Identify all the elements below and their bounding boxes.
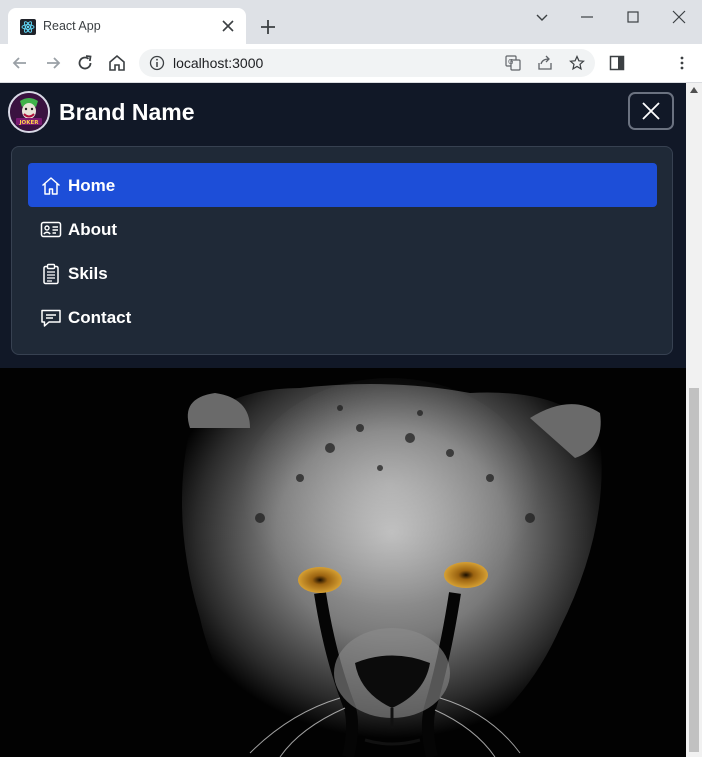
scroll-up-icon[interactable] bbox=[690, 87, 698, 93]
translate-icon[interactable]: G bbox=[505, 55, 521, 71]
menu-label: Skils bbox=[68, 264, 108, 283]
browser-window: React App localhost:3000 G JOKER Brand N… bbox=[0, 0, 702, 757]
cheetah-photo bbox=[0, 368, 686, 757]
joker-logo-icon: JOKER bbox=[10, 93, 48, 131]
minimize-icon[interactable] bbox=[578, 8, 596, 26]
home-icon bbox=[42, 177, 60, 195]
menu-label: About bbox=[68, 220, 118, 239]
vertical-scrollbar[interactable] bbox=[686, 83, 702, 757]
back-icon[interactable] bbox=[10, 53, 30, 73]
more-menu-icon[interactable] bbox=[674, 55, 690, 71]
maximize-icon[interactable] bbox=[624, 8, 642, 26]
brand-name[interactable]: Brand Name bbox=[59, 99, 194, 126]
logo-text: JOKER bbox=[19, 120, 40, 126]
hero-image bbox=[0, 368, 686, 757]
menu-item-home[interactable]: Home bbox=[28, 163, 657, 207]
close-window-icon[interactable] bbox=[670, 8, 688, 26]
reload-icon[interactable] bbox=[75, 53, 95, 73]
menu-label: Contact bbox=[68, 308, 132, 327]
chat-icon bbox=[41, 309, 61, 327]
address-bar[interactable]: localhost:3000 G bbox=[139, 49, 595, 77]
info-icon[interactable] bbox=[149, 55, 165, 71]
close-tab-icon[interactable] bbox=[222, 20, 234, 32]
scroll-thumb[interactable] bbox=[689, 388, 699, 752]
svg-text:G: G bbox=[508, 58, 513, 66]
browser-toolbar: localhost:3000 G bbox=[0, 44, 702, 83]
url-text: localhost:3000 bbox=[173, 55, 264, 71]
forward-icon[interactable] bbox=[43, 53, 63, 73]
menu-item-skils[interactable]: Skils bbox=[28, 251, 657, 295]
close-menu-button[interactable] bbox=[628, 92, 674, 130]
tab-search-icon[interactable] bbox=[533, 8, 551, 26]
share-icon[interactable] bbox=[537, 55, 553, 71]
brand-logo[interactable]: JOKER bbox=[8, 91, 50, 133]
tab-react-app[interactable]: React App bbox=[8, 8, 246, 44]
home-button-icon[interactable] bbox=[107, 53, 127, 73]
menu-label: Home bbox=[68, 176, 116, 195]
bookmark-star-icon[interactable] bbox=[569, 55, 585, 71]
side-panel-icon[interactable] bbox=[609, 55, 625, 71]
nav-menu: Home About Skils Contact bbox=[11, 146, 673, 355]
menu-item-contact[interactable]: Contact bbox=[28, 295, 657, 339]
navbar: JOKER Brand Name Home About Skils Contac… bbox=[0, 83, 686, 368]
close-icon bbox=[642, 102, 660, 120]
id-card-icon bbox=[40, 221, 62, 238]
clipboard-icon bbox=[43, 263, 59, 285]
new-tab-icon[interactable] bbox=[260, 19, 276, 35]
menu-item-about[interactable]: About bbox=[28, 207, 657, 251]
tab-strip: React App bbox=[0, 0, 702, 44]
page-viewport: JOKER Brand Name Home About Skils Contac… bbox=[0, 83, 686, 757]
tab-title: React App bbox=[43, 19, 101, 33]
react-icon bbox=[20, 19, 36, 35]
